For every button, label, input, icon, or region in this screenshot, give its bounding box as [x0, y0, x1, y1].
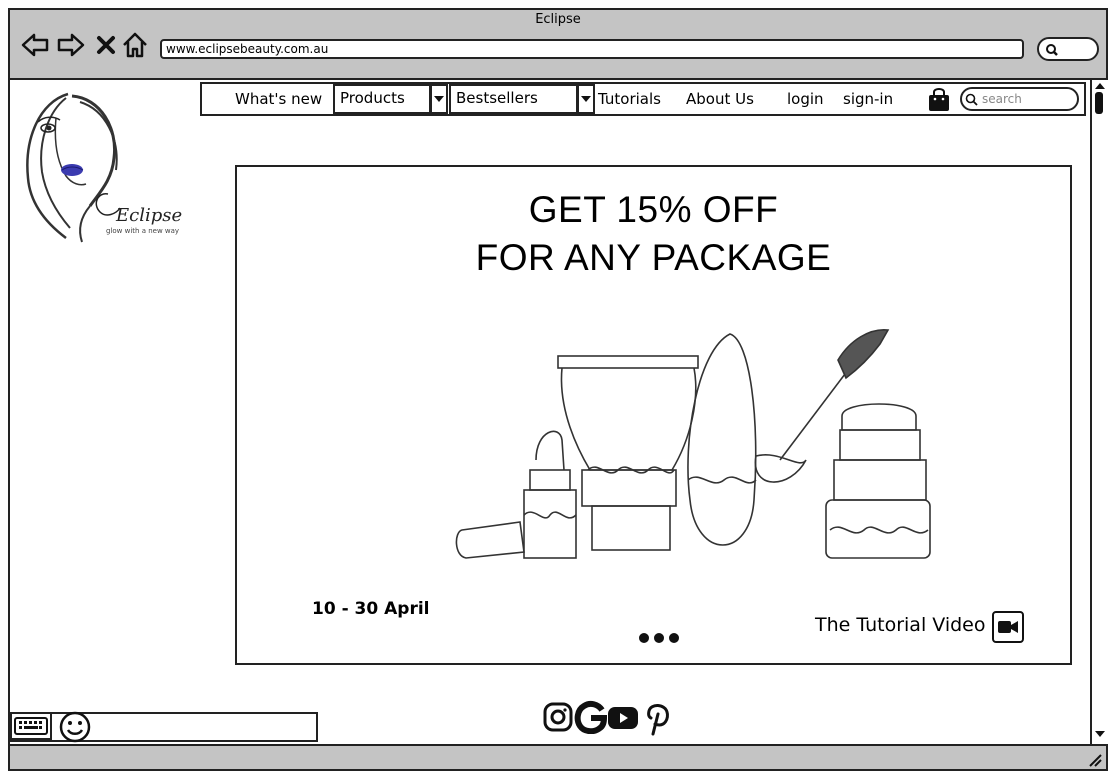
logo-wordmark: Eclipse — [115, 205, 182, 226]
promo-headline: GET 15% OFF FOR ANY PACKAGE — [235, 186, 1072, 282]
carousel-dot[interactable] — [654, 633, 664, 643]
address-bar[interactable]: www.eclipsebeauty.com.au — [160, 39, 1024, 59]
pinterest-icon[interactable] — [645, 700, 671, 736]
shopping-bag-icon[interactable] — [928, 86, 950, 112]
tutorial-video-link[interactable]: The Tutorial Video — [815, 614, 986, 636]
vertical-scrollbar[interactable] — [1090, 80, 1108, 744]
scroll-up-icon[interactable] — [1094, 82, 1106, 90]
logo-tagline: glow with a new way — [106, 227, 179, 235]
chat-input[interactable] — [8, 712, 318, 742]
scrollbar-thumb[interactable] — [1095, 92, 1103, 114]
emoji-icon[interactable] — [58, 710, 92, 744]
video-camera-icon[interactable] — [992, 611, 1024, 643]
search-icon — [965, 93, 978, 106]
bestsellers-dropdown[interactable]: Bestsellers — [449, 84, 578, 114]
google-icon[interactable] — [574, 700, 608, 735]
youtube-icon[interactable] — [607, 704, 639, 732]
carousel-dot[interactable] — [669, 633, 679, 643]
forward-icon[interactable] — [56, 30, 86, 60]
cosmetics-illustration — [450, 320, 940, 570]
promo-headline-line-2: FOR ANY PACKAGE — [475, 237, 832, 278]
close-icon[interactable] — [91, 30, 121, 60]
carousel-indicator[interactable] — [638, 630, 682, 644]
nav-sign-in[interactable]: sign-in — [843, 89, 893, 109]
resize-handle-icon[interactable] — [1088, 752, 1102, 767]
promo-headline-line-1: GET 15% OFF — [528, 189, 779, 230]
browser-search-button[interactable] — [1037, 37, 1099, 61]
keyboard-icon[interactable] — [10, 712, 52, 740]
window-title: Eclipse — [535, 12, 581, 27]
status-bar — [8, 744, 1108, 771]
carousel-dot[interactable] — [639, 633, 649, 643]
nav-login[interactable]: login — [787, 89, 824, 109]
instagram-icon[interactable] — [543, 700, 573, 734]
chevron-down-icon[interactable] — [577, 84, 595, 114]
chevron-down-icon[interactable] — [430, 84, 448, 114]
nav-about-us[interactable]: About Us — [686, 89, 754, 109]
home-icon[interactable] — [120, 30, 150, 60]
nav-whats-new[interactable]: What's new — [235, 89, 322, 109]
promo-date: 10 - 30 April — [312, 599, 430, 619]
logo[interactable]: Eclipse glow with a new way — [20, 88, 185, 248]
back-icon[interactable] — [20, 30, 50, 60]
nav-tutorials[interactable]: Tutorials — [598, 89, 661, 109]
products-dropdown[interactable]: Products — [333, 84, 431, 114]
scroll-down-icon[interactable] — [1094, 730, 1106, 738]
search-icon — [1046, 44, 1058, 56]
